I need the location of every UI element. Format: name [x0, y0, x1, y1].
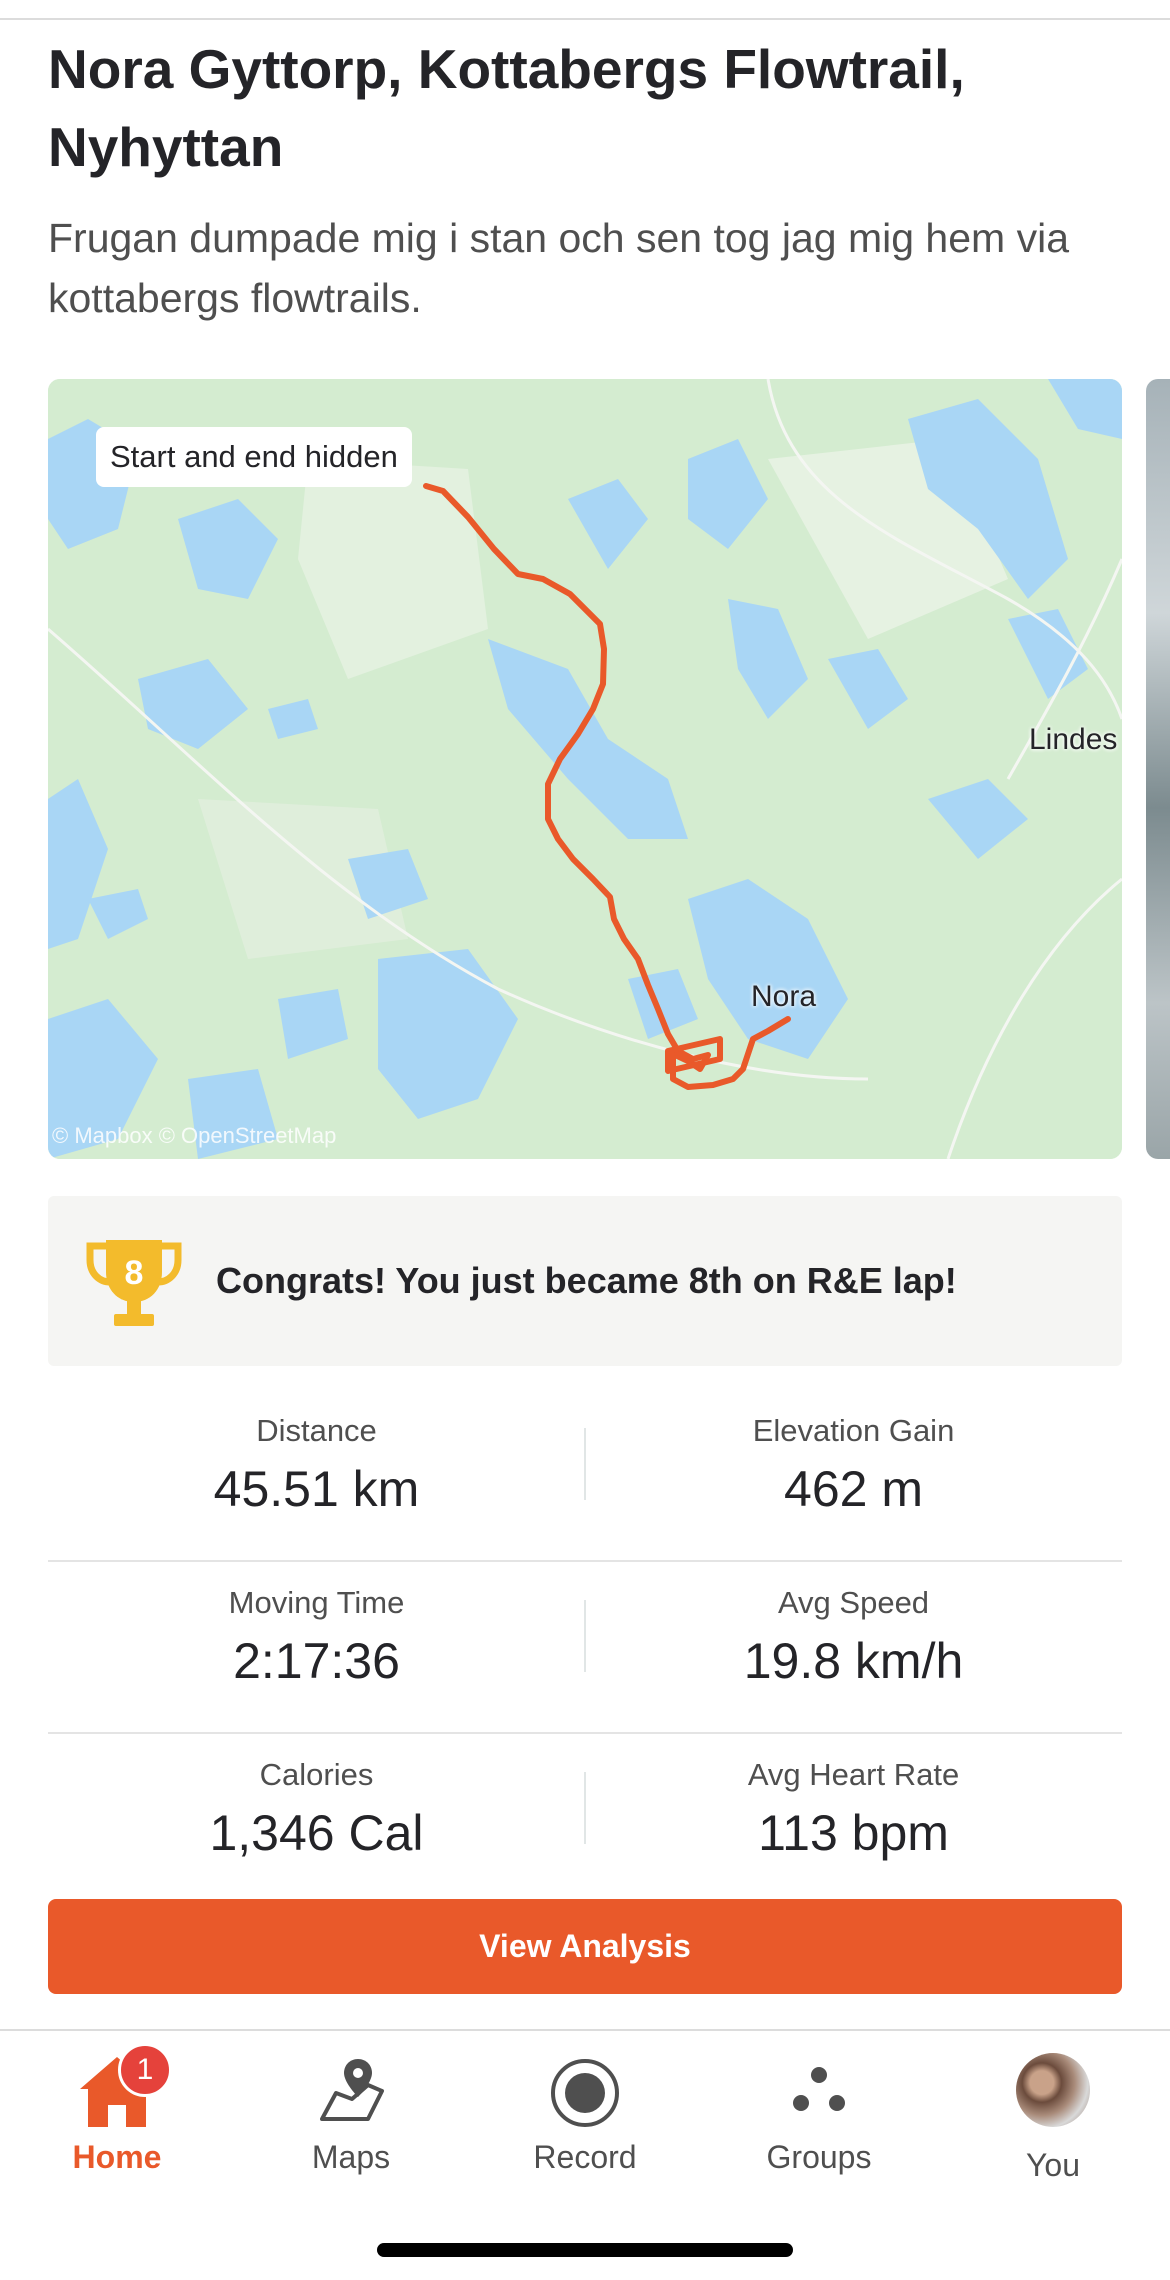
trophy-icon: 8 — [86, 1240, 182, 1326]
tab-label: Groups — [766, 2139, 872, 2175]
tab-record[interactable]: Record — [468, 2045, 702, 2176]
stat-value: 2:17:36 — [233, 1633, 400, 1689]
notification-badge: 1 — [118, 2043, 172, 2097]
activity-description: Frugan dumpade mig i stan och sen tog ja… — [48, 215, 1069, 321]
stat-moving-time: Moving Time 2:17:36 — [48, 1580, 585, 1696]
home-indicator — [377, 2243, 793, 2257]
stat-value: 462 m — [784, 1461, 923, 1517]
map-label-lindes: Lindes — [1029, 723, 1118, 756]
map-attribution[interactable]: © Mapbox © OpenStreetMap — [52, 1123, 336, 1149]
view-analysis-button[interactable]: View Analysis — [48, 1899, 1122, 1994]
stat-label: Moving Time — [228, 1585, 405, 1620]
stat-value: 113 bpm — [758, 1805, 949, 1861]
tab-groups[interactable]: Groups — [702, 2045, 936, 2176]
privacy-badge: Start and end hidden — [96, 427, 412, 487]
stats-row: Calories 1,346 Cal Avg Heart Rate 113 bp… — [48, 1734, 1122, 1904]
avatar — [1016, 2053, 1090, 2127]
map-label-nora: Nora — [751, 980, 817, 1013]
stat-label: Elevation Gain — [752, 1413, 955, 1448]
trophy-rank: 8 — [125, 1254, 144, 1292]
stat-distance: Distance 45.51 km — [48, 1408, 585, 1524]
map-canvas — [48, 379, 1122, 1159]
top-divider — [0, 18, 1170, 20]
tab-home[interactable]: 1 Home — [0, 2043, 234, 2176]
stat-value: 45.51 km — [213, 1461, 420, 1517]
tab-you[interactable]: You — [936, 2045, 1170, 2184]
tab-label: Maps — [311, 2139, 391, 2175]
activity-title: Nora Gyttorp, Kottabergs Flowtrail, Nyhy… — [48, 38, 965, 178]
stat-avg-heart-rate: Avg Heart Rate 113 bpm — [585, 1752, 1122, 1868]
stat-label: Distance — [256, 1413, 377, 1448]
record-icon — [551, 2059, 619, 2127]
stats-grid: Distance 45.51 km Elevation Gain 462 m M… — [48, 1390, 1122, 1904]
stats-row: Distance 45.51 km Elevation Gain 462 m — [48, 1390, 1122, 1562]
stat-label: Calories — [259, 1757, 374, 1792]
tab-label: Home — [72, 2139, 162, 2175]
route-map[interactable]: Start and end hidden Nora Lindes © Mapbo… — [48, 379, 1122, 1159]
tab-maps[interactable]: Maps — [234, 2045, 468, 2176]
stat-value: 1,346 Cal — [209, 1805, 424, 1861]
stats-row: Moving Time 2:17:36 Avg Speed 19.8 km/h — [48, 1562, 1122, 1734]
maps-icon — [320, 2059, 384, 2121]
stat-avg-speed: Avg Speed 19.8 km/h — [585, 1580, 1122, 1696]
achievement-text: Congrats! You just became 8th on R&E lap… — [216, 1260, 957, 1301]
tab-label: Record — [533, 2139, 637, 2175]
stat-calories: Calories 1,346 Cal — [48, 1752, 585, 1868]
stat-value: 19.8 km/h — [743, 1633, 964, 1689]
tab-label: You — [1026, 2147, 1080, 2183]
groups-icon — [793, 2067, 845, 2111]
activity-photo-thumbnail[interactable] — [1146, 379, 1170, 1159]
stat-label: Avg Speed — [777, 1585, 930, 1620]
achievement-banner[interactable]: 8 Congrats! You just became 8th on R&E l… — [48, 1196, 1122, 1366]
stat-elevation-gain: Elevation Gain 462 m — [585, 1408, 1122, 1524]
stat-label: Avg Heart Rate — [747, 1757, 960, 1792]
